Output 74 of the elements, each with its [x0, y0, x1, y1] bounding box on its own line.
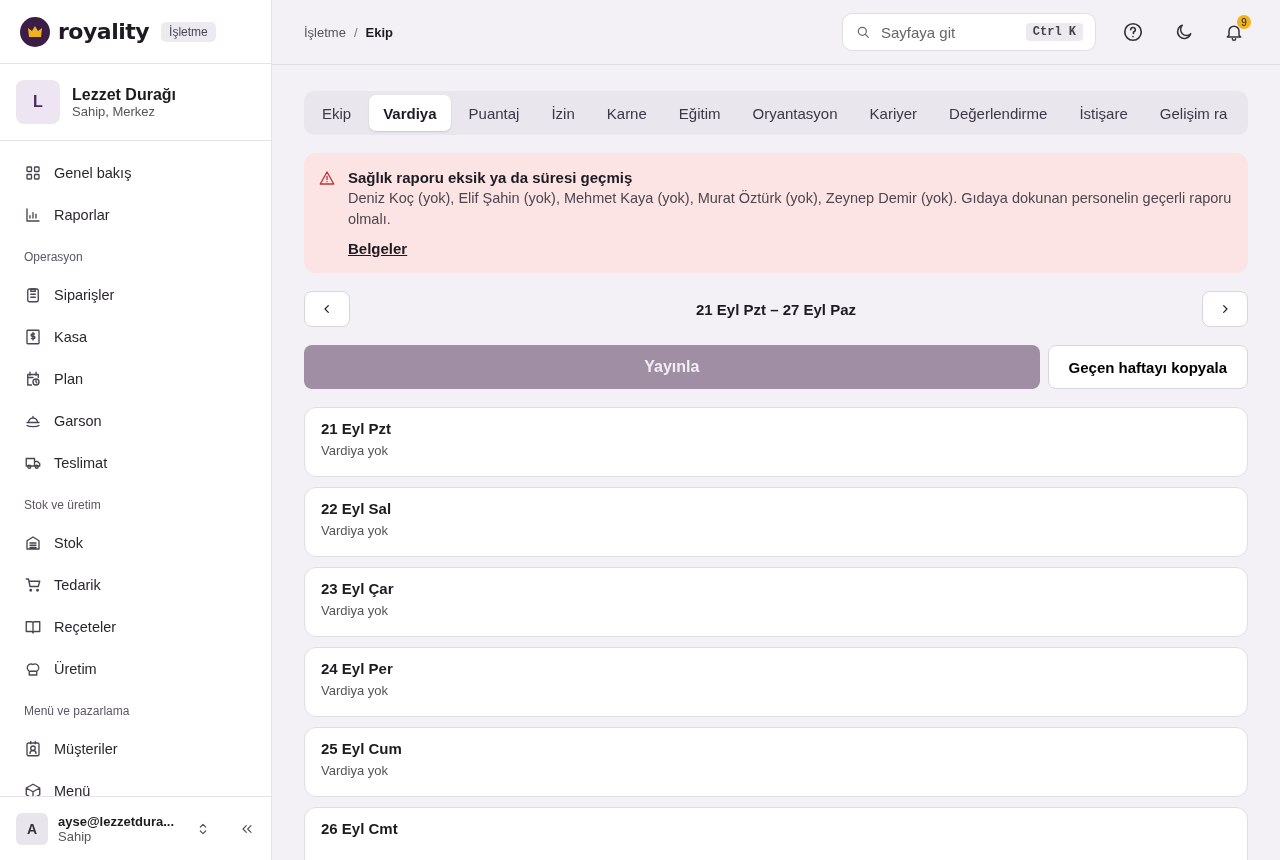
sidebar-item[interactable]: Üretim: [8, 648, 263, 690]
sidebar-item[interactable]: Tedarik: [8, 564, 263, 606]
bar-chart-icon: [24, 206, 42, 224]
shortcut-key: Ctrl K: [1025, 23, 1083, 41]
day-note: Vardiya yok: [321, 683, 389, 698]
copy-last-week-button[interactable]: Geçen haftayı kopyala: [1047, 345, 1248, 389]
tab[interactable]: Değerlendirme: [935, 95, 1062, 131]
grid-icon: [24, 164, 42, 182]
moon-icon: [1174, 22, 1194, 42]
help-icon: [1122, 21, 1144, 43]
notifications-button[interactable]: 9: [1220, 18, 1248, 46]
org-avatar: L: [16, 80, 60, 124]
receipt-icon: [24, 328, 42, 346]
warning-icon: [318, 169, 336, 187]
workspace-badge: İşletme: [161, 21, 216, 42]
breadcrumb-item[interactable]: İşletme: [304, 24, 346, 40]
user-email: ayse@lezzetdura...: [58, 813, 175, 829]
chef-hat-icon: [24, 660, 42, 678]
day-date: 25 Eyl Cum: [321, 740, 403, 757]
search-icon: [855, 24, 871, 40]
day-date: 26 Eyl Cmt: [321, 820, 399, 837]
week-range: 21 Eyl Pzt – 27 Eyl Paz: [694, 300, 858, 318]
book-icon: [24, 618, 42, 636]
alert-title: Sağlık raporu eksik ya da süresi geçmiş: [348, 169, 634, 186]
tab[interactable]: Karne: [592, 95, 661, 131]
brand-name: royality: [58, 19, 150, 44]
sidebar-item[interactable]: Garson: [8, 400, 263, 442]
user-role: Sahip: [58, 828, 92, 844]
sidebar-item[interactable]: Kasa: [8, 316, 263, 358]
day-note: Vardiya yok: [321, 523, 389, 538]
search-field[interactable]: Sayfaya git Ctrl K: [842, 13, 1096, 51]
day-note: Vardiya yok: [321, 443, 389, 458]
sidebar-item[interactable]: Raporlar: [8, 194, 263, 236]
documents-link[interactable]: Belgeler: [348, 240, 408, 257]
section-heading: Menü ve pazarlama: [23, 703, 131, 720]
clipboard-icon: [24, 286, 42, 304]
sidebar-item[interactable]: Plan: [8, 358, 263, 400]
user-avatar: A: [16, 812, 48, 845]
org-name: Lezzet Durağı: [72, 85, 176, 104]
tab[interactable]: Eğitim: [664, 95, 735, 131]
tab[interactable]: Puantaj: [454, 95, 534, 131]
section-heading: Operasyon: [23, 249, 84, 266]
sidebar-item[interactable]: Siparişler: [8, 274, 263, 316]
tab[interactable]: Oryantasyon: [738, 95, 852, 131]
notification-count: 9: [1237, 15, 1251, 29]
section-heading: Stok ve üretim: [23, 497, 102, 514]
tab[interactable]: İstişare: [1065, 95, 1142, 131]
sidebar-item[interactable]: Stok: [8, 522, 263, 564]
tab[interactable]: Gelişim ra: [1145, 95, 1242, 131]
day-note: Vardiya yok: [321, 603, 389, 618]
sidebar-item[interactable]: Genel bakış: [8, 152, 263, 194]
sidebar-item[interactable]: Menü: [8, 770, 263, 796]
breadcrumb-item: Ekip: [365, 24, 393, 40]
sidebar-item[interactable]: Teslimat: [8, 442, 263, 484]
org-role: Sahip, Merkez: [72, 103, 157, 119]
contact-icon: [24, 740, 42, 758]
day-date: 21 Eyl Pzt: [321, 420, 393, 437]
sidebar-item[interactable]: Reçeteler: [8, 606, 263, 648]
tab[interactable]: Kariyer: [855, 95, 932, 131]
alert-message: Deniz Koç (yok), Elif Şahin (yok), Mehmet Kaya (yok), Murat Öztürk (yok), Zeynep Demir (yok). Gıdaya dokunan personelin geçerli raporu olmalı.: [348, 189, 1233, 229]
day-date: 24 Eyl Per: [321, 660, 394, 677]
package-icon: [24, 782, 42, 796]
tab[interactable]: Vardiya: [369, 95, 451, 131]
warehouse-icon: [24, 534, 42, 552]
calendar-clock-icon: [24, 370, 42, 388]
tab[interactable]: İzin: [537, 95, 589, 131]
day-date: 22 Eyl Sal: [321, 500, 393, 517]
day-note: Vardiya yok: [321, 763, 389, 778]
sidebar-item[interactable]: Müşteriler: [8, 728, 263, 770]
crown-logo-icon: [20, 16, 50, 47]
day-date: 23 Eyl Çar: [321, 580, 395, 597]
tab[interactable]: Ekip: [308, 95, 366, 131]
cart-icon: [24, 576, 42, 594]
breadcrumb-separator: /: [353, 24, 358, 40]
